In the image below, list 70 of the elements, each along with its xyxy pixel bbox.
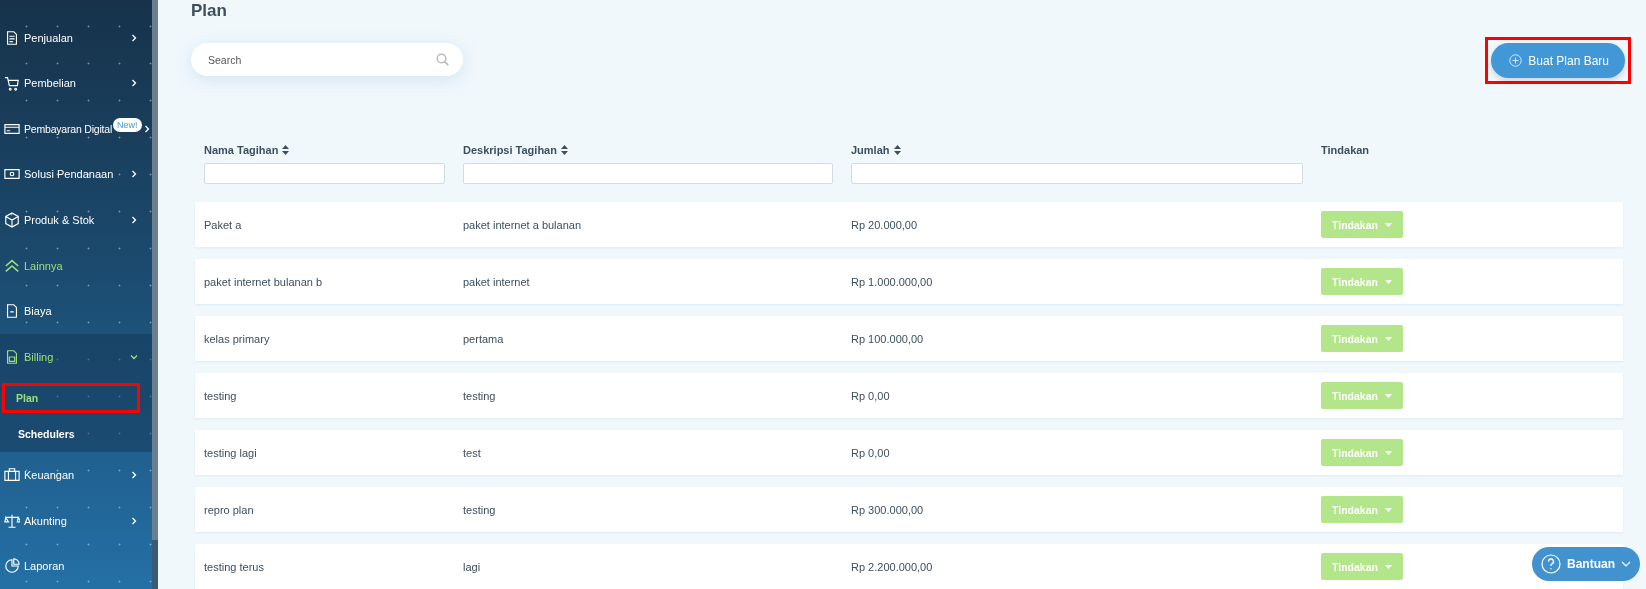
caret-icon [1384,279,1392,284]
caret-icon [1384,336,1392,341]
caret-icon [1384,564,1392,569]
table-cell-text: Rp 100.000,00 [851,332,925,345]
filter-field[interactable] [463,163,833,184]
table-cell-text: paket internet [463,275,531,288]
sidebar-item[interactable]: Solusi Pendanaan [0,151,152,198]
sidebar-item[interactable]: Akunting [0,497,152,544]
cart-icon [4,75,20,92]
table-cell-text: testing [204,389,238,402]
caret-icon [1384,222,1392,227]
plus-circle-icon [1509,54,1523,67]
table-cell-text: lagi [463,560,482,573]
caret-icon [1384,450,1392,455]
box-icon [4,211,20,228]
scale-icon [4,512,20,529]
help-button[interactable]: Bantuan [1532,547,1640,581]
filter-field[interactable] [204,163,445,184]
table-cell-text: testing lagi [204,446,258,459]
table-cell-text: Rp 20.000,00 [851,218,919,231]
column-header: Deskripsi Tagihan [463,144,557,156]
double-chevron-icon [4,257,20,274]
table-cell-text: pertama [463,332,505,345]
table-cell-text: Rp 300.000,00 [851,503,925,516]
sidebar-item[interactable]: Pembayaran Digital New! [0,106,152,152]
table-cell-text: paket internet a bulanan [463,218,583,231]
sidebar-item[interactable]: Laporan [0,543,152,589]
document-icon [4,349,20,366]
table-cell-text: repro plan [204,503,255,516]
column-header: Nama Tagihan [204,144,279,156]
caret-icon [1384,393,1392,398]
document-icon [4,29,20,46]
sidebar-item[interactable]: Billing [0,333,152,381]
submenu-item[interactable]: Schedulers [2,416,140,453]
sidebar-item[interactable]: Keuangan [0,452,152,498]
caret-icon [1384,507,1392,512]
table-cell-text: Rp 1.000.000,00 [851,275,934,288]
sort-icon[interactable] [560,145,568,155]
sidebar-item[interactable]: Penjualan [0,15,152,61]
question-circle-icon [1541,554,1561,574]
column-header: Tindakan [1321,144,1370,156]
document-icon [4,303,20,320]
sidebar-item[interactable]: Lainnya [0,242,152,289]
table-cell-text: Rp 0,00 [851,446,891,459]
submenu-item[interactable]: Plan [2,383,140,414]
sidebar-item[interactable]: Pembelian [0,60,152,107]
new-badge: New! [113,117,142,132]
column-header: Jumlah [851,144,890,156]
table-cell-text: kelas primary [204,332,271,345]
table-cell-text: testing [463,389,497,402]
table-cell-text: paket internet bulanan b [204,275,324,288]
sidebar-item[interactable]: Biaya [0,288,152,334]
table-cell-text: test [463,446,482,459]
create-plan-button[interactable]: Buat Plan Baru [1491,43,1625,78]
table-cell-text: Paket a [204,218,243,231]
table-cell-text: testing [463,503,497,516]
filter-field[interactable] [851,163,1303,184]
table-cell-text: Rp 0,00 [851,389,891,402]
pie-chart-icon [4,558,20,575]
briefcase-icon [4,467,20,484]
sort-icon[interactable] [893,145,901,155]
search-icon [436,53,449,66]
page-title: Plan [191,0,228,21]
search-field[interactable]: Search [191,43,463,76]
table-cell-text: Rp 2.200.000,00 [851,560,934,573]
chevron-down-icon [1621,561,1631,567]
table-cell-text: testing terus [204,560,265,573]
sort-icon[interactable] [282,145,290,155]
scrollbar[interactable] [152,0,158,589]
sidebar-item[interactable]: Produk & Stok [0,197,152,243]
